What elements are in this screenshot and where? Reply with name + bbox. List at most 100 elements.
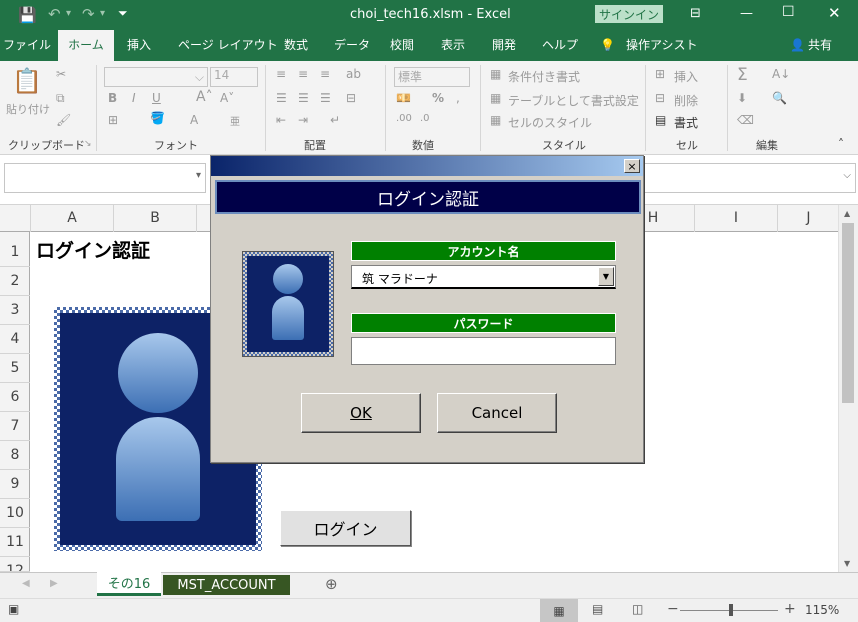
row-header-10[interactable]: 10: [0, 499, 30, 528]
fill-icon[interactable]: ⬇: [737, 91, 747, 105]
row-header-2[interactable]: 2: [0, 267, 30, 296]
signin-button[interactable]: サインイン: [595, 5, 663, 23]
password-input[interactable]: [351, 337, 616, 365]
tab-review[interactable]: 校閲: [390, 30, 414, 61]
delete-cells-button[interactable]: 削除: [674, 92, 698, 109]
zoom-level[interactable]: 115%: [805, 603, 839, 617]
increase-indent-icon[interactable]: ⇥: [298, 113, 308, 127]
tab-formulas[interactable]: 数式: [284, 30, 308, 61]
align-left-icon[interactable]: ☰: [276, 91, 287, 105]
row-header-5[interactable]: 5: [0, 354, 30, 383]
paste-icon[interactable]: 📋: [12, 67, 42, 95]
wrap-text-icon[interactable]: ↵: [330, 113, 340, 127]
row-header-11[interactable]: 11: [0, 528, 30, 557]
zoom-slider-thumb[interactable]: [729, 604, 733, 616]
scroll-up-icon[interactable]: ▲: [844, 209, 850, 218]
currency-icon[interactable]: 💴: [396, 91, 411, 105]
scroll-down-icon[interactable]: ▼: [844, 559, 850, 568]
conditional-format-button[interactable]: 条件付き書式: [508, 68, 580, 85]
conditional-format-icon[interactable]: ▦: [490, 67, 501, 81]
align-right-icon[interactable]: ☰: [320, 91, 331, 105]
vertical-scrollbar[interactable]: ▲ ▼: [838, 205, 858, 575]
format-table-icon[interactable]: ▦: [490, 91, 501, 105]
expand-formula-icon[interactable]: ⌵: [843, 170, 851, 181]
sort-filter-icon[interactable]: A↓: [772, 67, 790, 81]
tab-developer[interactable]: 開発: [492, 30, 516, 61]
ok-button[interactable]: OK: [301, 393, 421, 433]
tab-data[interactable]: データ: [334, 30, 370, 61]
increase-decimal-icon[interactable]: .00: [396, 113, 412, 124]
cell-styles-icon[interactable]: ▦: [490, 113, 501, 127]
copy-icon[interactable]: ⧉: [56, 91, 65, 106]
tab-home[interactable]: ホーム: [58, 30, 114, 61]
sheet-tab-active[interactable]: その16: [97, 572, 161, 596]
clipboard-launcher-icon[interactable]: ↘: [84, 139, 92, 149]
zoom-out-icon[interactable]: −: [667, 601, 679, 617]
close-window-icon[interactable]: ✕: [828, 4, 841, 22]
italic-icon[interactable]: I: [132, 91, 136, 105]
row-header-12[interactable]: 12: [0, 557, 30, 572]
formula-input[interactable]: ⌵: [644, 163, 856, 193]
insert-cells-button[interactable]: 挿入: [674, 68, 698, 85]
scroll-thumb[interactable]: [842, 223, 854, 403]
find-select-icon[interactable]: 🔍: [772, 91, 787, 105]
sheet-tab-mst-account[interactable]: MST_ACCOUNT: [163, 575, 290, 595]
paste-label[interactable]: 貼り付け: [6, 101, 50, 117]
format-cells-button[interactable]: 書式: [674, 114, 698, 131]
cell-styles-button[interactable]: セルのスタイル: [508, 114, 592, 131]
insert-cells-icon[interactable]: ⊞: [655, 67, 665, 81]
align-bottom-icon[interactable]: ≡: [320, 67, 330, 81]
clear-icon[interactable]: ⌫: [737, 113, 754, 127]
tell-me-search[interactable]: 操作アシスト: [626, 30, 698, 61]
column-header-i[interactable]: I: [695, 205, 778, 232]
sheet-login-button[interactable]: ログイン: [280, 510, 411, 546]
font-name-combo[interactable]: ⌵: [104, 67, 208, 87]
number-format-combo[interactable]: 標準: [394, 67, 470, 87]
share-button[interactable]: 共有: [808, 30, 832, 61]
row-header-8[interactable]: 8: [0, 441, 30, 470]
ribbon-display-icon[interactable]: ⊟: [690, 6, 701, 21]
cancel-button[interactable]: Cancel: [437, 393, 557, 433]
dialog-close-button[interactable]: ×: [624, 159, 640, 173]
column-header-b[interactable]: B: [114, 205, 197, 232]
tab-page-layout[interactable]: ページ レイアウト: [178, 30, 278, 61]
tab-insert[interactable]: 挿入: [127, 30, 151, 61]
fill-color-icon[interactable]: 🪣: [150, 111, 165, 125]
percent-icon[interactable]: %: [432, 91, 444, 105]
collapse-ribbon-icon[interactable]: ˄: [838, 137, 844, 151]
tab-help[interactable]: ヘルプ: [542, 30, 578, 61]
underline-icon[interactable]: U: [152, 91, 161, 105]
merge-center-icon[interactable]: ⊟: [346, 91, 356, 105]
row-header-6[interactable]: 6: [0, 383, 30, 412]
maximize-icon[interactable]: ☐: [782, 4, 795, 20]
decrease-font-icon[interactable]: A˅: [220, 91, 234, 105]
row-header-9[interactable]: 9: [0, 470, 30, 499]
border-icon[interactable]: ⊞: [108, 113, 118, 127]
redo-icon[interactable]: ↷: [82, 5, 95, 23]
cut-icon[interactable]: ✂: [56, 67, 66, 81]
undo-icon[interactable]: ↶: [48, 5, 61, 23]
decrease-indent-icon[interactable]: ⇤: [276, 113, 286, 127]
font-size-combo[interactable]: 14: [210, 67, 258, 87]
customize-toolbar-icon[interactable]: ⏷: [118, 6, 128, 21]
next-sheet-icon[interactable]: ▶: [50, 578, 58, 589]
account-name-combobox[interactable]: 筑 マラドーナ ▼: [351, 265, 616, 289]
name-box[interactable]: ▾: [4, 163, 206, 193]
minimize-icon[interactable]: —: [740, 6, 753, 21]
prev-sheet-icon[interactable]: ◀: [22, 578, 30, 589]
autosum-icon[interactable]: Σ: [737, 65, 748, 85]
undo-dropdown-icon[interactable]: ▾: [66, 8, 71, 19]
increase-font-icon[interactable]: A˄: [196, 89, 213, 105]
page-layout-view-icon[interactable]: ▤: [592, 602, 603, 616]
share-user-icon[interactable]: 👤: [790, 30, 805, 61]
macro-record-icon[interactable]: ▣: [8, 602, 19, 616]
tab-view[interactable]: 表示: [441, 30, 465, 61]
format-cells-icon[interactable]: ▤: [655, 113, 666, 127]
format-table-button[interactable]: テーブルとして書式設定: [508, 92, 639, 109]
select-all-corner[interactable]: [0, 205, 31, 232]
orientation-icon[interactable]: ab: [346, 67, 361, 81]
redo-dropdown-icon[interactable]: ▾: [100, 8, 105, 19]
comma-icon[interactable]: ,: [456, 91, 460, 105]
zoom-in-icon[interactable]: +: [784, 601, 796, 617]
page-break-view-icon[interactable]: ◫: [632, 602, 643, 616]
